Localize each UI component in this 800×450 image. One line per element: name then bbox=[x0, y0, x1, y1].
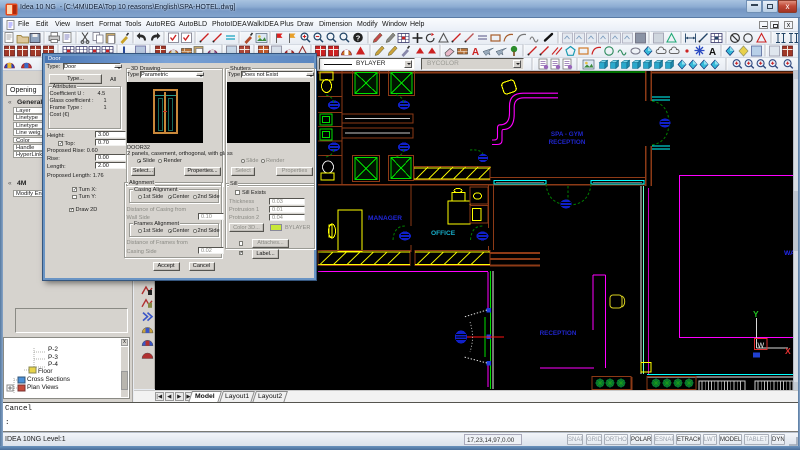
svg-text:MANAGER: MANAGER bbox=[368, 215, 402, 222]
svg-text:W: W bbox=[758, 343, 765, 350]
svg-text:OFFICE: OFFICE bbox=[431, 230, 456, 237]
svg-text:RECEPTION: RECEPTION bbox=[549, 139, 586, 146]
svg-text:SPA - GYM: SPA - GYM bbox=[551, 131, 583, 138]
svg-text:WA: WA bbox=[784, 250, 793, 257]
svg-text:Y: Y bbox=[753, 309, 759, 319]
svg-text:RECEPTION: RECEPTION bbox=[540, 330, 577, 337]
svg-text:X: X bbox=[785, 346, 791, 356]
